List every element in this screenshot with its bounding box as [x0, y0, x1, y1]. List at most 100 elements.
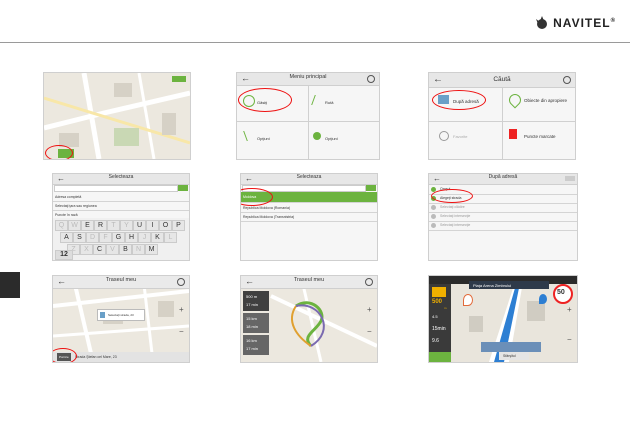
route-option-2[interactable]: 15 km 18 min: [243, 313, 269, 333]
zoom-in-icon[interactable]: +: [179, 306, 187, 314]
key-d[interactable]: D: [86, 232, 99, 243]
street-name: Piaţa Arena Zimbrului: [473, 283, 512, 288]
screenshot-navigation: Piaţa Arena Zimbrului 50 500 m 4.5 15min…: [428, 275, 578, 363]
search-go-button[interactable]: [366, 185, 376, 191]
highlight-ellipse: [238, 88, 292, 112]
screen-title: Căută: [493, 76, 511, 83]
list-item[interactable]: Republica Moldova (Transnistria): [243, 215, 294, 219]
screen-title: Meniu principal: [289, 74, 327, 80]
key-u[interactable]: U: [133, 220, 146, 231]
highlight-ellipse: [53, 348, 77, 362]
track-icon: [243, 131, 254, 141]
route-icon: [311, 95, 324, 105]
address-label: Strada Ştefan cel Mare, 23: [75, 355, 117, 359]
next-street: Sfârşitul: [503, 354, 516, 358]
screen-title: Selecteaza: [108, 174, 134, 180]
nearby-icon: [506, 91, 524, 109]
step-icon: [431, 214, 436, 219]
divider: [502, 88, 503, 159]
zoom-in-icon[interactable]: +: [567, 306, 572, 314]
key-l[interactable]: L: [164, 232, 177, 243]
gear-icon[interactable]: [365, 278, 373, 286]
list-item[interactable]: Selectaţi clădire: [440, 205, 465, 209]
key-k[interactable]: K: [151, 232, 164, 243]
highlight-ellipse: [432, 90, 486, 110]
address-icon: [100, 312, 105, 318]
key-o[interactable]: O: [159, 220, 172, 231]
screen-title: Traseul meu: [105, 277, 137, 283]
key-g[interactable]: G: [112, 232, 125, 243]
screenshot-country-list: ← Selecteaza Moldova Republica Moldova (R…: [240, 173, 378, 261]
list-item[interactable]: Puncte în rază: [55, 213, 78, 217]
zoom-in-icon[interactable]: +: [367, 306, 372, 314]
route-option-1[interactable]: 500 m 17 min: [243, 291, 269, 311]
key-a[interactable]: A: [60, 232, 73, 243]
zoom-out-icon[interactable]: −: [567, 336, 572, 344]
menu-item-settings[interactable]: Opţiuni: [325, 136, 338, 141]
key-r[interactable]: R: [94, 220, 107, 231]
zoom-out-icon[interactable]: −: [179, 328, 187, 336]
screenshot-search: ← Căută După adresă Obiecte din apropiere…: [428, 72, 576, 160]
poi-marker-icon: [463, 294, 473, 306]
address-popup[interactable]: Selectaţi strada, 23: [97, 309, 145, 321]
popup-text: Selectaţi strada, 23: [108, 313, 134, 317]
list-item[interactable]: Selectaţi ţara sau regiunea: [55, 204, 97, 208]
search-go-button[interactable]: [178, 185, 188, 191]
zoom-out-icon[interactable]: −: [367, 328, 372, 336]
key-e[interactable]: E: [81, 220, 94, 231]
gear-icon[interactable]: [177, 278, 185, 286]
favorites[interactable]: Favorite: [453, 134, 467, 139]
navitel-logo-icon: [536, 16, 548, 29]
divider: [429, 121, 575, 122]
street-banner: Piaţa Arena Zimbrului: [469, 281, 549, 289]
step-icon: [431, 223, 436, 228]
route-time: 18 min: [246, 324, 259, 329]
key-j[interactable]: J: [138, 232, 151, 243]
search-input[interactable]: [54, 185, 178, 192]
menu-button[interactable]: [429, 352, 451, 362]
screen-title: Selecteaza: [296, 174, 322, 180]
route-time: 17 min: [246, 302, 259, 307]
highlight-ellipse: [45, 145, 73, 159]
key-v[interactable]: V: [106, 244, 119, 255]
route-distance: 500 m: [246, 294, 258, 299]
key-t[interactable]: T: [107, 220, 120, 231]
route-option-3[interactable]: 16 km 17 min: [243, 335, 269, 355]
route-distance: 16 km: [246, 338, 257, 343]
gear-icon[interactable]: [367, 75, 375, 83]
key-h[interactable]: H: [125, 232, 138, 243]
screenshot-main-menu: ← Meniu principal Găsiţi Rută Opţiuni Opţ…: [236, 72, 380, 160]
turn-arrow-icon: [432, 287, 446, 297]
key-p[interactable]: P: [172, 220, 185, 231]
route-time: 17 min: [246, 346, 259, 351]
poi-marker-icon: [539, 294, 547, 304]
list-item[interactable]: Adresa completă: [55, 195, 81, 199]
key-m[interactable]: M: [145, 244, 158, 255]
key-n[interactable]: N: [132, 244, 145, 255]
key-f[interactable]: F: [99, 232, 112, 243]
list-item[interactable]: Republica Moldova (Romania): [243, 206, 290, 210]
speed-limit-sign: 50: [553, 284, 573, 304]
turn-distance: 500: [432, 299, 443, 305]
key-x[interactable]: X: [80, 244, 93, 255]
menu-item-route[interactable]: Rută: [325, 100, 333, 105]
nearby-objects[interactable]: Obiecte din apropiere: [524, 98, 567, 103]
key-s[interactable]: S: [73, 232, 86, 243]
list-item[interactable]: Selectaţi intersecţie: [440, 223, 470, 227]
divider: [308, 86, 309, 159]
key-y[interactable]: Y: [120, 220, 133, 231]
key-c[interactable]: C: [93, 244, 106, 255]
key-q[interactable]: Q: [55, 220, 68, 231]
marked-points[interactable]: Puncte marcate: [524, 134, 556, 139]
key-b[interactable]: B: [119, 244, 132, 255]
key-i[interactable]: I: [146, 220, 159, 231]
keyboard: Q W E R T Y U I O P A S D F G H J K L Z X C V B N M 12: [53, 218, 189, 260]
numeric-keys-button[interactable]: 12: [55, 250, 73, 260]
speed-limit: 50: [557, 289, 565, 296]
remaining-time: 15min: [432, 326, 446, 332]
menu-item-options[interactable]: Opţiuni: [257, 136, 270, 141]
remaining-distance: 4.5: [432, 314, 438, 319]
list-item[interactable]: Selectaţi intersecţie: [440, 214, 470, 218]
key-w[interactable]: W: [68, 220, 81, 231]
gear-icon[interactable]: [563, 76, 571, 84]
